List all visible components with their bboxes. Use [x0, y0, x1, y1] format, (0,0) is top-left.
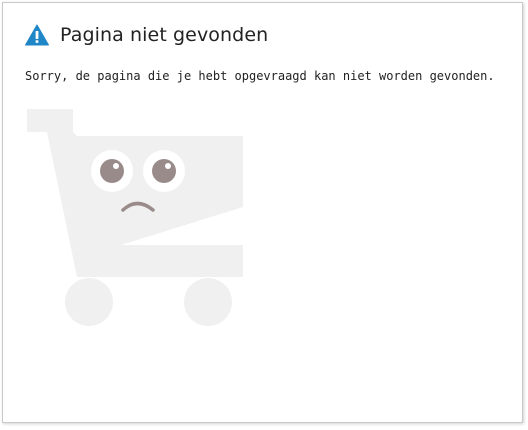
warning-icon: [25, 24, 49, 46]
cart-handle: [27, 109, 73, 132]
error-header: Pagina niet gevonden: [25, 24, 268, 46]
page-title: Pagina niet gevonden: [60, 24, 269, 46]
sad-shopping-cart-illustration: [27, 109, 243, 326]
cart-wheel-right: [184, 278, 232, 326]
error-panel: Pagina niet gevonden Sorry, de pagina di…: [2, 2, 523, 423]
cart-wheel-left: [65, 278, 113, 326]
error-message: Sorry, de pagina die je hebt opgevraagd …: [25, 69, 495, 83]
